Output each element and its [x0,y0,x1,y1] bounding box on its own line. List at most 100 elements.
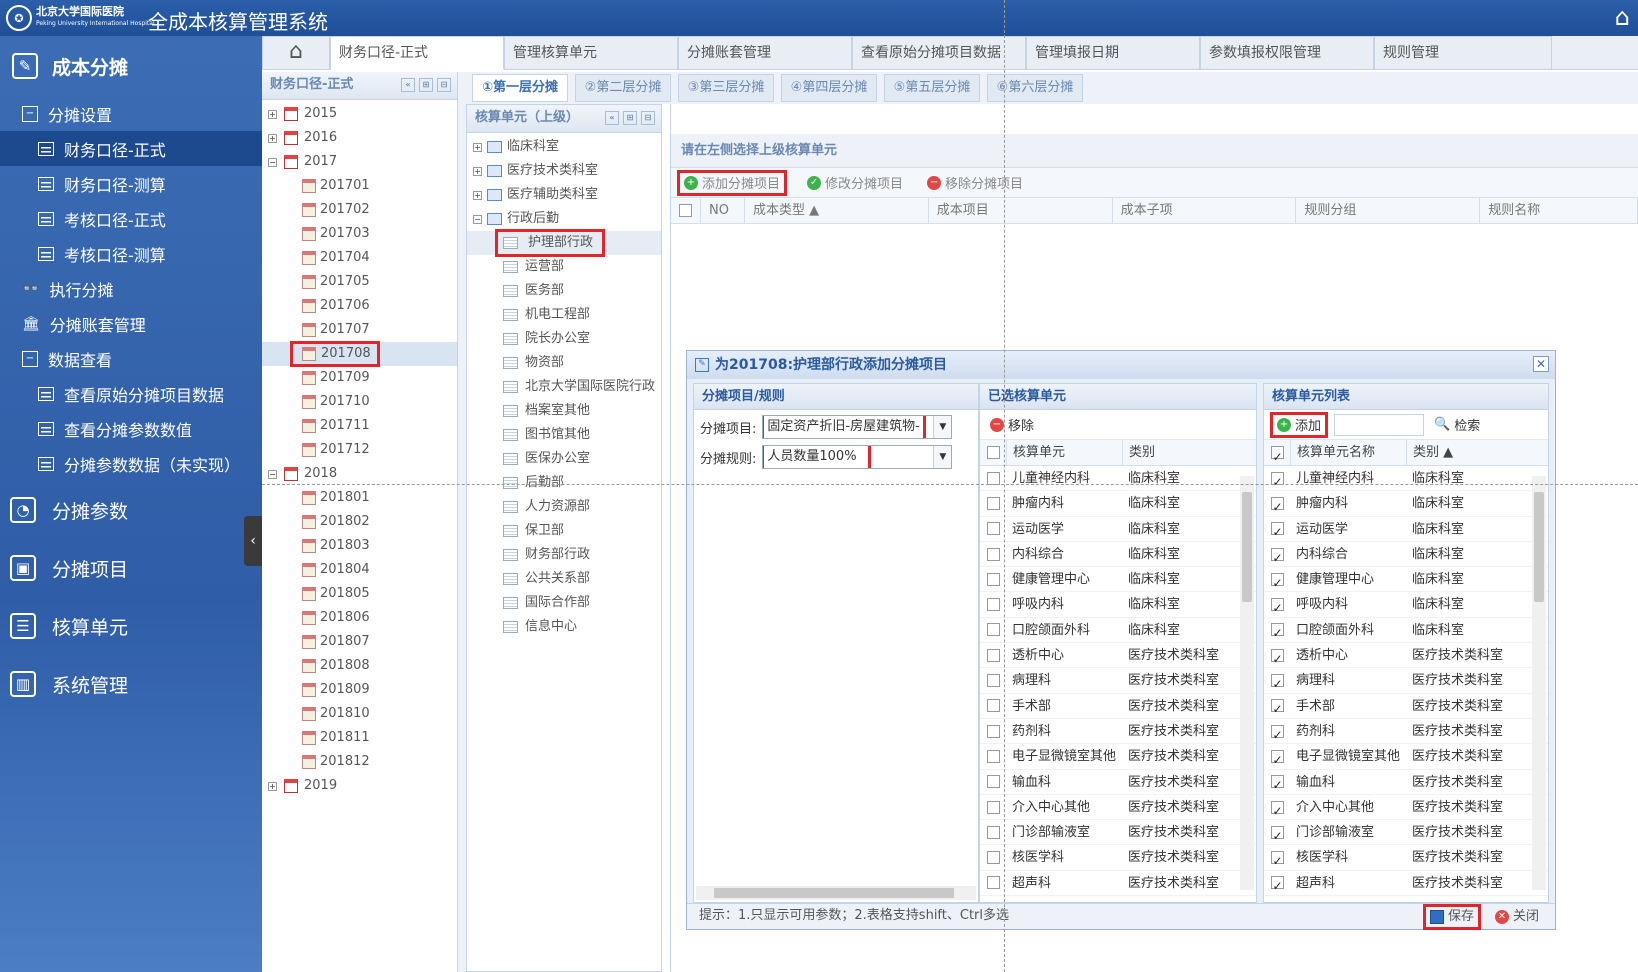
list-item[interactable]: 手术部 医疗技术类科室 [1264,694,1548,722]
edit-item-button[interactable]: ✓ 修改分摊项目 [803,170,907,196]
list-item[interactable]: 门诊部输液室 医疗技术类科室 [1264,820,1548,849]
collapse-panel-icon[interactable]: « [401,78,415,92]
sidebar-section[interactable]: ▣ 分摊项目 [0,539,262,597]
col-cost-subitem[interactable]: 成本子项 [1113,198,1297,223]
tab[interactable]: 管理填报日期 [1026,36,1200,70]
collapse-all-icon[interactable]: ⊟ [641,111,655,125]
row-checkbox[interactable] [1270,672,1284,697]
row-checkbox[interactable] [986,496,1000,510]
tab[interactable]: 参数填报权限管理 [1200,36,1374,70]
col-cost-type[interactable]: 成本类型 ▲ [745,198,929,223]
tree-unit[interactable]: 保卫部 [467,519,661,543]
list-item[interactable]: 药剂科 医疗技术类科室 [980,719,1256,745]
tree-month[interactable]: 201804 [262,558,457,582]
row-checkbox[interactable] [1270,874,1284,899]
list-item[interactable]: 透析中心 医疗技术类科室 [980,643,1256,669]
tree-month[interactable]: 201803 [262,534,457,558]
tree-month[interactable]: 201806 [262,606,457,630]
expand-icon[interactable]: + [268,110,277,119]
row-checkbox[interactable] [1270,647,1284,672]
list-item[interactable]: 口腔颌面外科 临床科室 [1264,618,1548,646]
row-checkbox[interactable] [1270,824,1284,849]
tree-unit[interactable]: 医保办公室 [467,447,661,471]
tree-unit[interactable]: 机电工程部 [467,303,661,327]
sidebar-section[interactable]: ▥ 系统管理 [0,655,262,713]
row-checkbox[interactable] [1270,621,1284,646]
list-item[interactable]: 儿童神经内科 临床科室 [1264,466,1548,495]
tree-month[interactable]: 201704 [262,246,457,270]
row-checkbox[interactable] [986,598,1000,612]
sidebar-section-cost-allocation[interactable]: ✎ 成本分摊 [0,36,262,96]
row-checkbox[interactable] [986,800,1000,814]
list-item[interactable]: 介入中心其他 医疗技术类科室 [1264,795,1548,824]
tree-unit[interactable]: 信息中心 [467,615,661,639]
sidebar-item[interactable]: − 分摊设置 [0,96,262,131]
list-item[interactable]: 超声科 医疗技术类科室 [1264,871,1548,899]
sidebar-item[interactable]: 考核口径-正式 [0,201,262,236]
layer-tab[interactable]: ③第三层分摊 [678,74,774,102]
select-all-checkbox[interactable] [986,446,1000,459]
item-select[interactable]: 固定资产折旧-房屋建筑物- ▼ [762,415,953,439]
col-unit[interactable]: 核算单元 [1006,440,1122,465]
sidebar-item[interactable]: 财务口径-测算 [0,166,262,201]
collapse-icon[interactable]: − [268,158,277,167]
tree-unit[interactable]: 档案室其他 [467,399,661,423]
row-checkbox[interactable] [986,825,1000,839]
tree-group[interactable]: + 临床科室 [467,135,661,159]
col-no[interactable]: NO [701,198,745,223]
add-button[interactable]: + 添加 [1270,411,1329,438]
layer-tab[interactable]: ⑥第六层分摊 [987,74,1083,102]
sidebar-item[interactable]: − 数据查看 [0,341,262,376]
list-item[interactable]: 呼吸内科 临床科室 [1264,592,1548,621]
list-item[interactable]: 内科综合 临床科室 [980,542,1256,568]
row-checkbox[interactable] [1270,748,1284,773]
tree-unit[interactable]: 医务部 [467,279,661,303]
col-category[interactable]: 类别 [1122,440,1238,465]
row-checkbox[interactable] [1270,849,1284,874]
expand-icon[interactable]: + [473,191,482,200]
col-rule-name[interactable]: 规则名称 [1480,198,1638,223]
tree-month[interactable]: 201708 [262,341,457,367]
row-checkbox[interactable] [986,851,1000,865]
close-button[interactable]: ✕ 关闭 [1495,904,1539,930]
tree-unit[interactable]: 人力资源部 [467,495,661,519]
tree-month[interactable]: 201805 [262,582,457,606]
search-input[interactable] [1334,413,1425,436]
list-item[interactable]: 手术部 医疗技术类科室 [980,694,1256,719]
collapse-sidebar-button[interactable]: ‹ [244,516,262,566]
row-checkbox[interactable] [986,775,1000,789]
row-checkbox[interactable] [1270,723,1284,748]
tree-month[interactable]: 201811 [262,726,457,750]
tree-month[interactable]: 201812 [262,750,457,774]
row-checkbox[interactable] [986,724,1000,738]
tree-unit[interactable]: 图书馆其他 [467,423,661,447]
vertical-scrollbar[interactable] [1240,476,1254,890]
layer-tab[interactable]: ⑤第五层分摊 [884,74,980,102]
row-checkbox[interactable] [986,623,1000,637]
list-item[interactable]: 门诊部输液室 医疗技术类科室 [980,820,1256,846]
tree-group[interactable]: + 医疗辅助类科室 [467,183,661,207]
sidebar-item[interactable]: 考核口径-测算 [0,236,262,271]
expand-icon[interactable]: + [268,782,277,791]
list-item[interactable]: 肿瘤内科 临床科室 [1264,491,1548,520]
tree-month[interactable]: 201810 [262,702,457,726]
tree-unit[interactable]: 公共关系部 [467,567,661,591]
tab[interactable]: 查看原始分摊项目数据 [852,36,1026,70]
tree-unit[interactable]: 北京大学国际医院行政 [467,375,661,399]
tree-year[interactable]: − 2018 [262,462,457,486]
collapse-panel-icon[interactable]: « [605,111,619,125]
tree-month[interactable]: 201711 [262,414,457,438]
row-checkbox[interactable] [986,471,1000,485]
tab[interactable]: 分摊账套管理 [678,36,852,70]
tab[interactable]: 规则管理 [1374,36,1552,70]
list-item[interactable]: 超声科 医疗技术类科室 [980,871,1256,897]
row-checkbox[interactable] [986,547,1000,561]
layer-tab[interactable]: ④第四层分摊 [781,74,877,102]
list-item[interactable]: 介入中心其他 医疗技术类科室 [980,795,1256,821]
vertical-scrollbar[interactable] [1532,476,1546,890]
list-item[interactable]: 健康管理中心 临床科室 [980,567,1256,593]
add-item-button[interactable]: + 添加分摊项目 [677,169,788,196]
collapse-icon[interactable]: − [473,215,482,224]
sidebar-item[interactable]: 👓 执行分摊 [0,271,262,306]
select-all-checkbox[interactable] [679,204,692,217]
